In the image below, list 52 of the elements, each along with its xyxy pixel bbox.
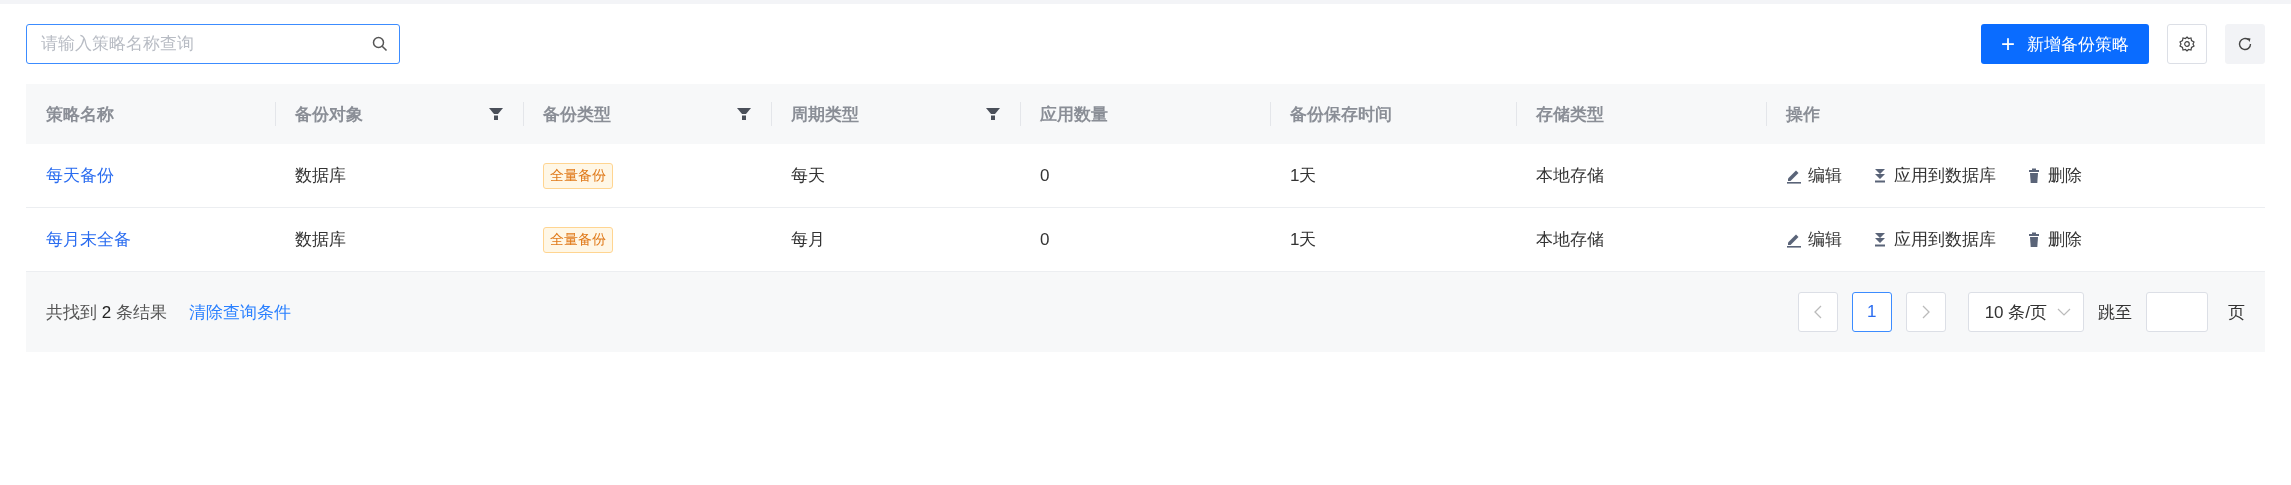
row-action-button[interactable]: 应用到数据库 <box>1872 228 1996 251</box>
column-header: 策略名称 <box>46 103 115 126</box>
filter-icon[interactable] <box>986 107 1000 121</box>
jump-label: 跳至 <box>2098 301 2132 324</box>
clear-filters-link[interactable]: 清除查询条件 <box>188 300 291 324</box>
settings-icon <box>2179 36 2195 52</box>
trash-icon <box>2026 231 2042 248</box>
column-header: 备份保存时间 <box>1290 103 1393 126</box>
backup-type-tag: 全量备份 <box>543 162 613 189</box>
table-cell: 0 <box>1040 229 1050 250</box>
table-cell-text: 每天 <box>791 165 825 187</box>
chevron-down-icon <box>2057 308 2071 316</box>
settings-button[interactable] <box>2167 24 2207 64</box>
add-policy-button[interactable]: + 新增备份策略 <box>1981 24 2149 64</box>
row-action-button[interactable]: 删除 <box>2026 164 2082 187</box>
table-cell-text: 1天 <box>1290 165 1317 187</box>
column-header: 操作 <box>1786 103 1821 126</box>
policy-name-link[interactable]: 每月末全备 <box>46 228 131 251</box>
filter-icon[interactable] <box>489 107 503 121</box>
table-cell-text: 每月 <box>791 229 825 251</box>
table-cell-text: 数据库 <box>295 229 346 251</box>
row-action-button[interactable]: 编辑 <box>1786 228 1842 251</box>
table-cell-text: 1天 <box>1290 229 1317 251</box>
row-action-button[interactable]: 编辑 <box>1786 164 1842 187</box>
result-count-text: 共找到 2 条结果 <box>46 301 167 324</box>
page-size-select[interactable]: 10 条/页 <box>1967 292 2084 332</box>
table-cell-text: 数据库 <box>295 165 346 187</box>
refresh-button[interactable] <box>2225 24 2265 64</box>
chevron-left-icon <box>1813 305 1822 319</box>
column-header: 备份对象 <box>295 103 364 126</box>
trash-icon <box>2026 167 2042 184</box>
download-icon <box>1872 167 1888 184</box>
download-icon <box>1872 231 1888 248</box>
table-cell-text: 本地存储 <box>1536 229 1604 251</box>
policy-name-link[interactable]: 每天备份 <box>46 164 114 187</box>
column-header: 备份类型 <box>543 103 612 126</box>
search-icon <box>372 36 388 52</box>
refresh-icon <box>2237 36 2253 52</box>
chevron-right-icon <box>1921 305 1930 319</box>
table-cell-text: 本地存储 <box>1536 165 1604 187</box>
column-header: 应用数量 <box>1040 103 1109 126</box>
filter-icon[interactable] <box>737 107 751 121</box>
search-field[interactable]: 请输入策略名称查询 <box>26 24 400 64</box>
row-action-button[interactable]: 删除 <box>2026 228 2082 251</box>
backup-type-tag: 全量备份 <box>543 226 613 253</box>
table-cell: 0 <box>1040 165 1050 186</box>
jump-page-field[interactable] <box>2146 292 2208 332</box>
column-header: 周期类型 <box>791 103 860 126</box>
page-unit-label: 页 <box>2228 301 2245 324</box>
column-header: 存储类型 <box>1536 103 1605 126</box>
page-button[interactable]: 1 <box>1851 292 1892 332</box>
row-action-button[interactable]: 应用到数据库 <box>1872 164 1996 187</box>
